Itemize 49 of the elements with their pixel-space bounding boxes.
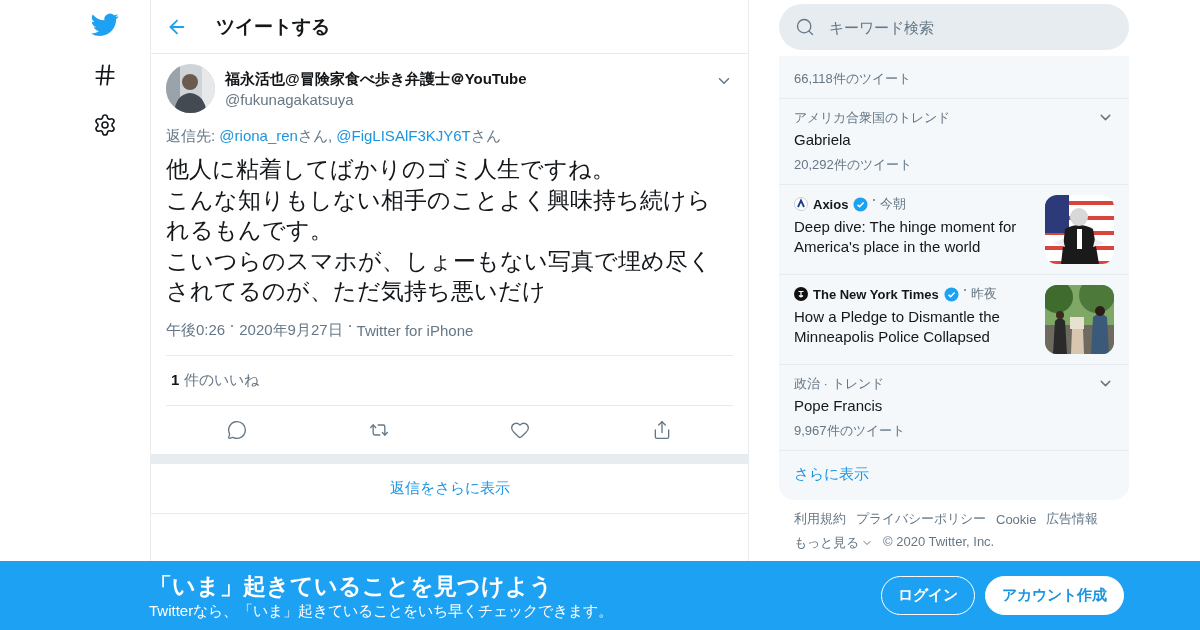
news-headline: Deep dive: The hinge moment for America's place in the world bbox=[794, 217, 1018, 256]
reply-icon bbox=[226, 419, 247, 440]
tweet-text: 他人に粘着してばかりのゴミ人生ですね。 こんな知りもしない相手のことよく興味持ち続けら れるもんです。 こいつらのスマホが、しょーもない写真で埋め尽く されてるのが、ただ気持ち悪いだけ bbox=[166, 155, 713, 306]
verified-badge-icon bbox=[853, 196, 869, 212]
trend-context: 政治 · トレンド bbox=[794, 375, 884, 393]
source-logo-icon bbox=[794, 287, 808, 301]
news-item[interactable]: Axios 今朝 Deep dive: The hinge moment for America's place in the world bbox=[779, 185, 1129, 275]
news-time: 昨夜 bbox=[970, 285, 997, 303]
copyright-text: © 2020 Twitter, Inc. bbox=[883, 534, 995, 551]
news-source: The New York Times bbox=[813, 286, 939, 302]
reply-button[interactable] bbox=[226, 419, 247, 440]
settings-icon[interactable] bbox=[93, 113, 117, 137]
news-time: 今朝 bbox=[880, 195, 907, 213]
trend-item[interactable]: 66,118件のツイート bbox=[779, 56, 1129, 99]
trend-title: Pope Francis bbox=[794, 397, 883, 414]
mention-link[interactable]: @riona_ren bbox=[219, 127, 298, 144]
trend-title: Gabriela bbox=[794, 131, 851, 148]
search-field[interactable]: キーワード検索 bbox=[779, 4, 1129, 50]
reply-to-text: 返信先: @riona_renさん, @FigLISAlF3KJY6Tさん bbox=[166, 127, 502, 146]
signup-button[interactable]: アカウント作成 bbox=[985, 576, 1124, 615]
show-more-link[interactable]: さらに表示 bbox=[779, 451, 1129, 500]
author-handle[interactable]: @fukunagakatsuya bbox=[225, 90, 354, 108]
footer-link[interactable]: Cookie bbox=[996, 510, 1037, 528]
trend-item[interactable]: 政治 · トレンド Pope Francis 9,967件のツイート bbox=[779, 365, 1129, 451]
trend-item[interactable]: アメリカ合衆国のトレンド Gabriela 20,292件のツイート bbox=[779, 99, 1129, 185]
verified-badge-icon bbox=[943, 286, 959, 302]
banner-title: 「いま」起きていることを見つけよう bbox=[149, 571, 553, 601]
trend-context: アメリカ合衆国のトレンド bbox=[794, 109, 950, 127]
tweet-count: 66,118件のツイート bbox=[794, 70, 911, 88]
mention-link[interactable]: @FigLISAlF3KJY6T bbox=[336, 127, 471, 144]
news-headline: How a Pledge to Dismantle the Minneapolis Police Collapsed bbox=[794, 307, 1001, 346]
more-link[interactable]: もっと見る bbox=[794, 534, 873, 552]
tweet-meta-text: 午後0:26 bbox=[166, 320, 226, 340]
news-source: Axios bbox=[813, 196, 849, 212]
footer-link[interactable]: 広告情報 bbox=[1046, 510, 1099, 528]
footer-link[interactable]: プライバシーポリシー bbox=[856, 510, 986, 528]
more-replies-link[interactable]: 返信をさらに表示 bbox=[151, 463, 748, 514]
likes-count[interactable]: 1 件のいいね bbox=[171, 370, 259, 388]
banner-subtitle: Twitterなら、「いま」起きていることをいち早くチェックできます。 bbox=[149, 601, 614, 621]
author-name[interactable]: 福永活也@冒険家食べ歩き弁護士＠YouTube bbox=[225, 69, 527, 89]
bird-logo-icon[interactable] bbox=[91, 13, 119, 37]
footer-link[interactable]: 利用規約 bbox=[794, 510, 846, 528]
page-title: ツイートする bbox=[216, 14, 330, 39]
news-item[interactable]: The New York Times 昨夜 How a Pledge to Dismantle the Minneapolis Police Collapsed bbox=[779, 275, 1129, 365]
tweet-count: 9,967件のツイート bbox=[794, 422, 905, 440]
tweet-meta-text: 2020年9月27日 bbox=[239, 320, 343, 340]
tweet-meta-text[interactable]: Twitter for iPhone bbox=[356, 321, 474, 339]
source-logo-icon bbox=[794, 197, 808, 211]
tweet-count: 20,292件のツイート bbox=[794, 156, 912, 174]
